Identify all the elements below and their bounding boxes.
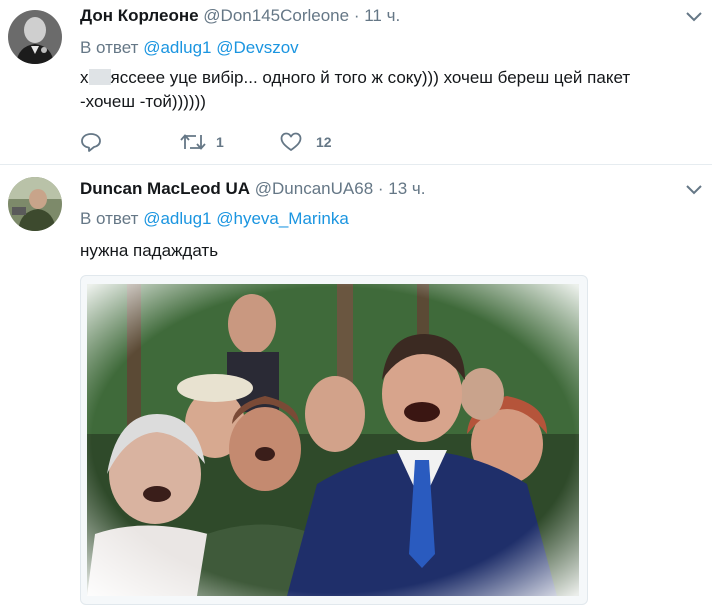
tweet-media[interactable] [80, 275, 588, 605]
reply-button[interactable] [80, 130, 102, 154]
mention-link[interactable]: @hyeva_Marinka [216, 209, 349, 228]
avatar[interactable] [8, 177, 62, 231]
tweet-text: х яссеее уце вибір... одного й того ж сок… [80, 66, 680, 114]
tweet[interactable]: Дон Корлеоне @Don145Corleone · 11 ч. В о… [0, 0, 712, 165]
chevron-down-icon[interactable] [686, 185, 702, 195]
censor-block [88, 69, 111, 85]
tweet-text: нужна падаждать [80, 241, 219, 260]
separator: · [377, 179, 384, 198]
tweet-text-start: х [80, 68, 89, 87]
tweet[interactable]: Duncan MacLeod UA @DuncanUA68 · 13 ч. В … [0, 165, 712, 605]
username[interactable]: @DuncanUA68 [255, 179, 373, 198]
mention-link[interactable]: @Devszov [216, 38, 298, 57]
reply-icon [81, 133, 101, 152]
reply-context: В ответ @adlug1 @Devszov [80, 38, 299, 58]
chevron-down-icon[interactable] [686, 12, 702, 22]
like-count: 12 [316, 134, 332, 150]
tweet-header: Дон Корлеоне @Don145Corleone · 11 ч. [80, 6, 400, 26]
retweet-button[interactable]: 1 [180, 130, 224, 154]
retweet-count: 1 [216, 134, 224, 150]
like-button[interactable]: 12 [280, 130, 332, 154]
reply-context: В ответ @adlug1 @hyeva_Marinka [80, 209, 349, 229]
reply-prefix: В ответ [80, 209, 139, 228]
timestamp[interactable]: 11 ч. [364, 6, 400, 25]
tweet-text-rest: яссеее уце вибір... одного й того ж соку… [80, 68, 631, 111]
like-icon [280, 132, 302, 151]
username[interactable]: @Don145Corleone [203, 6, 349, 25]
attached-photo [87, 284, 579, 596]
timestamp[interactable]: 13 ч. [388, 179, 425, 198]
reply-prefix: В ответ [80, 38, 139, 57]
tweet-header: Duncan MacLeod UA @DuncanUA68 · 13 ч. [80, 179, 426, 199]
separator: · [353, 6, 360, 25]
tweet-actions: 1 12 [80, 130, 480, 154]
mention-link[interactable]: @adlug1 [143, 209, 211, 228]
retweet-icon [180, 134, 206, 150]
display-name[interactable]: Дон Корлеоне [80, 6, 199, 25]
avatar[interactable] [8, 10, 62, 64]
mention-link[interactable]: @adlug1 [143, 38, 211, 57]
display-name[interactable]: Duncan MacLeod UA [80, 179, 250, 198]
